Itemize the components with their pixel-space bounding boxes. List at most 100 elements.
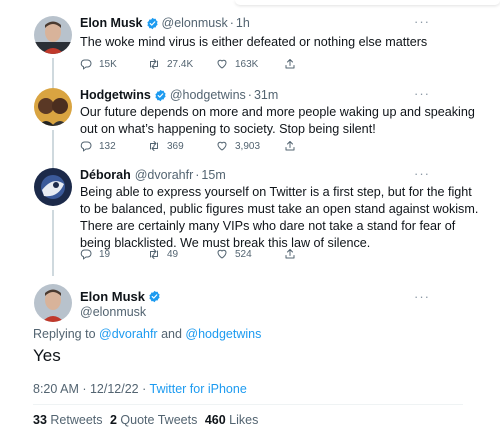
tweet-timestamp[interactable]: 8:20 AM · 12/12/22 · — [33, 382, 146, 396]
reply-button[interactable]: 15K — [80, 58, 148, 70]
reply-mention-dvorahfr[interactable]: @dvorahfr — [99, 327, 158, 341]
verified-badge-icon — [148, 290, 161, 303]
tweet-meta: 8:20 AM · 12/12/22 · Twitter for iPhone — [33, 382, 247, 396]
display-name: Elon Musk — [80, 289, 164, 304]
like-count: 3,903 — [235, 140, 261, 152]
separator: · — [195, 168, 200, 182]
share-icon — [284, 140, 296, 152]
tweet-hodgetwins[interactable]: Hodgetwins @hodgetwins · 31m ··· Our fut… — [0, 86, 500, 168]
avatar[interactable] — [34, 168, 72, 206]
reply-mention-hodgetwins[interactable]: @hodgetwins — [185, 327, 261, 341]
reply-count: 19 — [99, 248, 111, 260]
share-icon — [284, 58, 296, 70]
like-icon — [216, 248, 228, 260]
top-edge — [0, 0, 500, 8]
retweet-button[interactable]: 27.4K — [148, 58, 216, 70]
retweets-stat[interactable]: 33 Retweets — [33, 413, 103, 427]
replying-and: and — [161, 327, 182, 341]
handle[interactable]: @elonmusk — [162, 16, 228, 30]
like-count: 163K — [235, 58, 259, 70]
share-button[interactable] — [284, 140, 303, 152]
divider — [33, 404, 463, 405]
retweet-button[interactable]: 369 — [148, 140, 216, 152]
thread-line — [52, 210, 54, 276]
tweet-text-line: There are certainly many VIPs who dare n… — [80, 219, 456, 233]
thread-line — [52, 58, 54, 88]
retweet-icon — [148, 140, 160, 152]
display-name[interactable]: Déborah — [80, 168, 131, 182]
thread-line — [52, 130, 54, 168]
retweet-count: 27.4K — [167, 58, 194, 70]
handle[interactable]: @elonmusk — [80, 305, 146, 319]
retweets-count: 33 — [33, 413, 47, 427]
reply-icon — [80, 248, 92, 260]
like-button[interactable]: 524 — [216, 248, 284, 260]
retweet-icon — [148, 248, 160, 260]
share-button[interactable] — [284, 58, 303, 70]
display-name[interactable]: Elon Musk — [80, 16, 143, 30]
quotes-stat[interactable]: 2 Quote Tweets — [110, 413, 197, 427]
quotes-label: Quote Tweets — [120, 413, 198, 427]
tweet-actions: 132 369 3,903 — [80, 140, 303, 152]
retweet-count: 49 — [167, 248, 179, 260]
avatar[interactable] — [34, 284, 72, 322]
reply-count: 15K — [99, 58, 117, 70]
separator: · — [247, 88, 252, 102]
likes-count: 460 — [204, 413, 226, 427]
tweet-actions: 19 49 524 — [80, 248, 303, 260]
verified-badge-icon — [154, 89, 167, 102]
avatar[interactable] — [34, 16, 72, 54]
tweet-dvorahfr[interactable]: Déborah @dvorahfr · 15m ··· Being able t… — [0, 166, 500, 276]
retweets-label: Retweets — [50, 413, 103, 427]
share-icon — [284, 248, 296, 260]
avatar[interactable] — [34, 88, 72, 126]
tweet-source[interactable]: Twitter for iPhone — [150, 382, 247, 396]
like-button[interactable]: 3,903 — [216, 140, 284, 152]
tweet-actions: 15K 27.4K 163K — [80, 58, 303, 70]
retweet-icon — [148, 58, 160, 70]
more-options-icon[interactable]: ··· — [414, 14, 430, 29]
tweet-header: Hodgetwins @hodgetwins · 31m — [80, 88, 278, 102]
tweet-text: The woke mind virus is either defeated o… — [80, 35, 428, 49]
display-name[interactable]: Hodgetwins — [80, 88, 151, 102]
replying-to-label: Replying to — [33, 327, 96, 341]
tweet-text-line: out on what’s happening to society. Stop… — [80, 122, 376, 136]
retweet-button[interactable]: 49 — [148, 248, 216, 260]
header-shadow — [235, 0, 500, 5]
reply-icon — [80, 140, 92, 152]
reply-button[interactable]: 19 — [80, 248, 148, 260]
retweet-count: 369 — [167, 140, 184, 152]
reply-icon — [80, 58, 92, 70]
timestamp[interactable]: 15m — [201, 168, 225, 182]
replying-to: Replying to @dvorahfr and @hodgetwins — [33, 327, 261, 341]
tweet-text-line: Being able to express yourself on Twitte… — [80, 185, 472, 199]
timestamp[interactable]: 1h — [236, 16, 250, 30]
like-icon — [216, 58, 228, 70]
reply-count: 132 — [99, 140, 116, 152]
like-button[interactable]: 163K — [216, 58, 284, 70]
tweet-text: Being able to express yourself on Twitte… — [80, 184, 478, 252]
tweet-text: Yes — [33, 346, 61, 365]
like-icon — [216, 140, 228, 152]
more-options-icon[interactable]: ··· — [414, 289, 430, 304]
likes-stat[interactable]: 460 Likes — [205, 413, 259, 427]
display-name-text[interactable]: Elon Musk — [80, 289, 145, 304]
like-count: 524 — [235, 248, 252, 260]
tweet-text: Our future depends on more and more peop… — [80, 104, 475, 138]
handle[interactable]: @hodgetwins — [170, 88, 246, 102]
separator: · — [229, 16, 234, 30]
more-options-icon[interactable]: ··· — [414, 86, 430, 101]
more-options-icon[interactable]: ··· — [414, 166, 430, 181]
likes-label: Likes — [229, 413, 259, 427]
focused-tweet: Elon Musk ··· @elonmusk Replying to @dvo… — [0, 282, 500, 428]
engagement-stats: 33 Retweets 2 Quote Tweets 460 Likes — [33, 413, 258, 427]
tweet-header: Elon Musk @elonmusk · 1h — [80, 16, 250, 30]
tweet-elonmusk[interactable]: Elon Musk @elonmusk · 1h ··· The woke mi… — [0, 14, 500, 88]
tweet-text-line: to be balanced, public figures must take… — [80, 202, 479, 216]
tweet-text-line: Our future depends on more and more peop… — [80, 105, 475, 119]
verified-badge-icon — [146, 17, 159, 30]
handle[interactable]: @dvorahfr — [135, 168, 194, 182]
reply-button[interactable]: 132 — [80, 140, 148, 152]
share-button[interactable] — [284, 248, 303, 260]
timestamp[interactable]: 31m — [254, 88, 278, 102]
